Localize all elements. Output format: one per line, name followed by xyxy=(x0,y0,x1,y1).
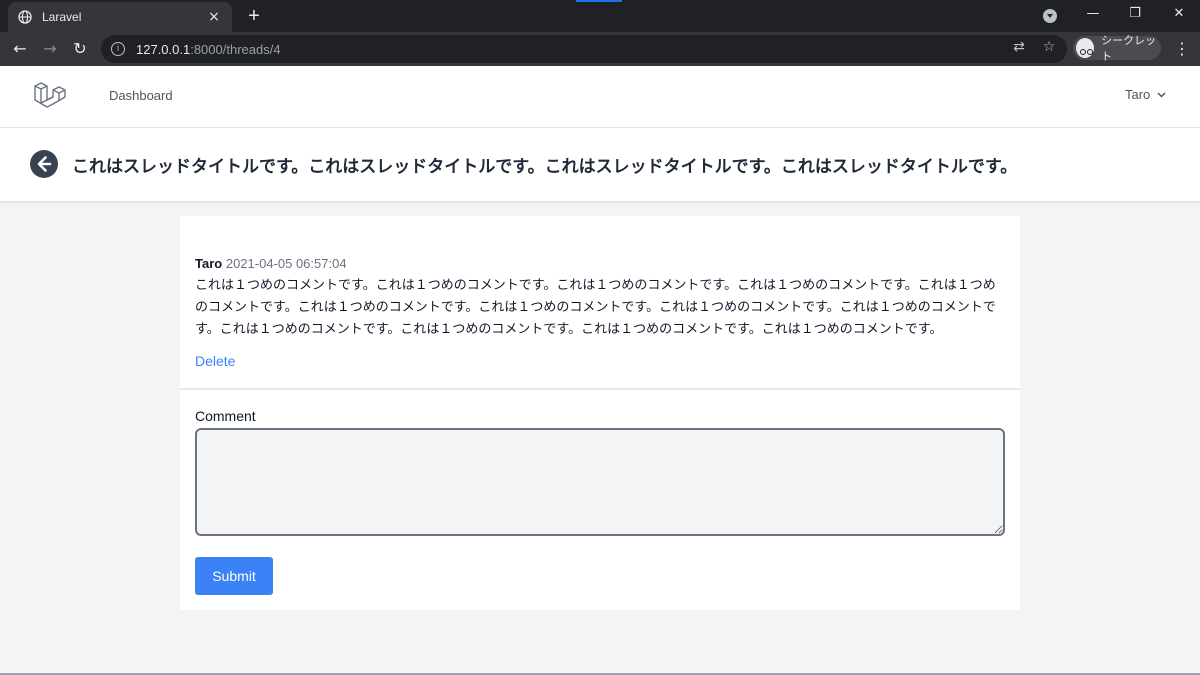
url-path: :8000/threads/4 xyxy=(190,41,281,57)
incognito-indicator[interactable]: シークレット xyxy=(1073,34,1161,63)
browser-tab[interactable]: Laravel × xyxy=(8,2,232,32)
submit-button[interactable]: Submit xyxy=(195,557,273,595)
tab-close-icon[interactable]: × xyxy=(206,9,222,25)
back-nav-icon[interactable]: ← xyxy=(10,39,30,59)
laravel-logo-icon[interactable] xyxy=(32,78,68,114)
user-name: Taro xyxy=(1125,87,1151,102)
browser-menu-icon[interactable]: ⋮ xyxy=(1174,40,1190,58)
comment-meta: Taro 2021-04-05 06:57:04 xyxy=(195,256,1007,271)
incognito-icon xyxy=(1076,38,1095,58)
nav-dashboard-link[interactable]: Dashboard xyxy=(109,88,173,103)
translate-icon[interactable]: ⇄ xyxy=(1011,39,1027,55)
browser-toolbar: ← → ↻ i 127.0.0.1:8000/threads/4 ⇄ ☆ xyxy=(0,32,1200,66)
bookmark-star-icon[interactable]: ☆ xyxy=(1041,39,1057,55)
tab-title: Laravel xyxy=(42,10,82,24)
comment-textarea[interactable] xyxy=(195,428,1005,536)
incognito-label: シークレット xyxy=(1101,34,1157,63)
globe-icon xyxy=(18,10,32,24)
reload-icon[interactable]: ↻ xyxy=(70,39,90,59)
comment-field-label: Comment xyxy=(195,408,256,424)
comment-author: Taro xyxy=(195,256,223,271)
forward-nav-icon[interactable]: → xyxy=(40,39,60,59)
comment-timestamp: 2021-04-05 06:57:04 xyxy=(225,256,347,271)
browser-titlebar: Laravel × + — ❐ ✕ xyxy=(0,0,1200,32)
tab-search-icon[interactable] xyxy=(1043,9,1057,23)
incognito-accent-bar xyxy=(576,0,622,2)
thread-card: Taro 2021-04-05 06:57:04 これは１つめのコメントです。こ… xyxy=(180,216,1020,610)
restore-button[interactable]: ❐ xyxy=(1114,0,1156,28)
delete-comment-link[interactable]: Delete xyxy=(195,353,235,369)
thread-title: これはスレッドタイトルです。これはスレッドタイトルです。これはスレッドタイトルで… xyxy=(72,157,1018,177)
app-navbar: Dashboard Taro xyxy=(0,66,1200,128)
new-tab-button[interactable]: + xyxy=(244,6,264,26)
url-host: 127.0.0.1 xyxy=(136,41,191,57)
comment-body: これは１つめのコメントです。これは１つめのコメントです。これは１つめのコメントで… xyxy=(195,278,996,337)
user-dropdown[interactable]: Taro xyxy=(1125,87,1166,102)
back-arrow-icon[interactable] xyxy=(30,150,58,178)
window-close-button[interactable]: ✕ xyxy=(1158,0,1200,28)
address-bar[interactable]: i 127.0.0.1:8000/threads/4 xyxy=(101,35,1067,63)
chevron-down-icon xyxy=(1157,90,1166,100)
minimize-button[interactable]: — xyxy=(1072,0,1114,28)
divider xyxy=(180,388,1020,390)
page-header: これはスレッドタイトルです。これはスレッドタイトルです。これはスレッドタイトルで… xyxy=(0,128,1200,201)
comment-item: Taro 2021-04-05 06:57:04 これは１つめのコメントです。こ… xyxy=(195,256,1007,341)
site-info-icon[interactable]: i xyxy=(111,42,125,56)
